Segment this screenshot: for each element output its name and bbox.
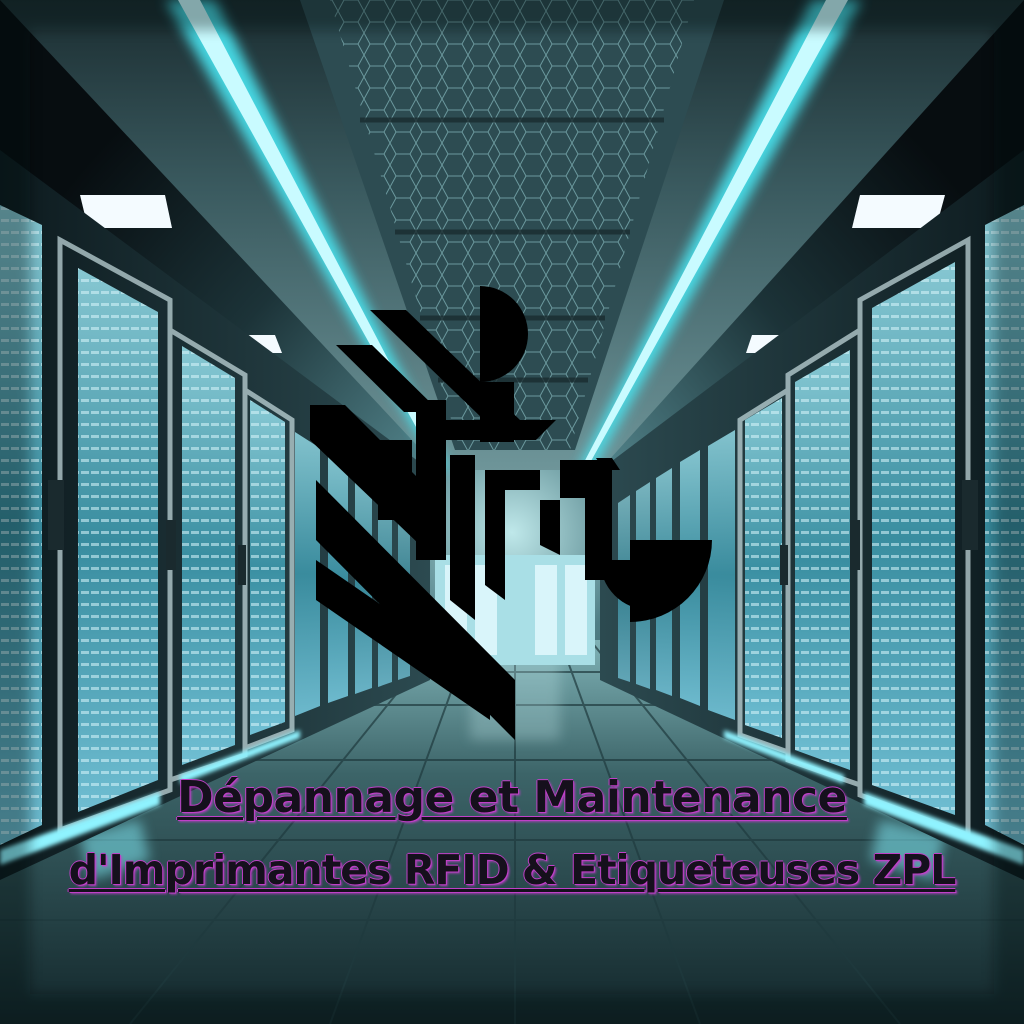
abstract-zebra-logo-icon — [310, 286, 712, 740]
headline-line-2: d'Imprimantes RFID & Etiqueteuses ZPL — [68, 846, 957, 894]
hero-image: Dépannage et Maintenance d'Imprimantes R… — [0, 0, 1024, 1024]
headline-line-1: Dépannage et Maintenance — [177, 772, 847, 823]
headline: Dépannage et Maintenance d'Imprimantes R… — [0, 776, 1024, 891]
